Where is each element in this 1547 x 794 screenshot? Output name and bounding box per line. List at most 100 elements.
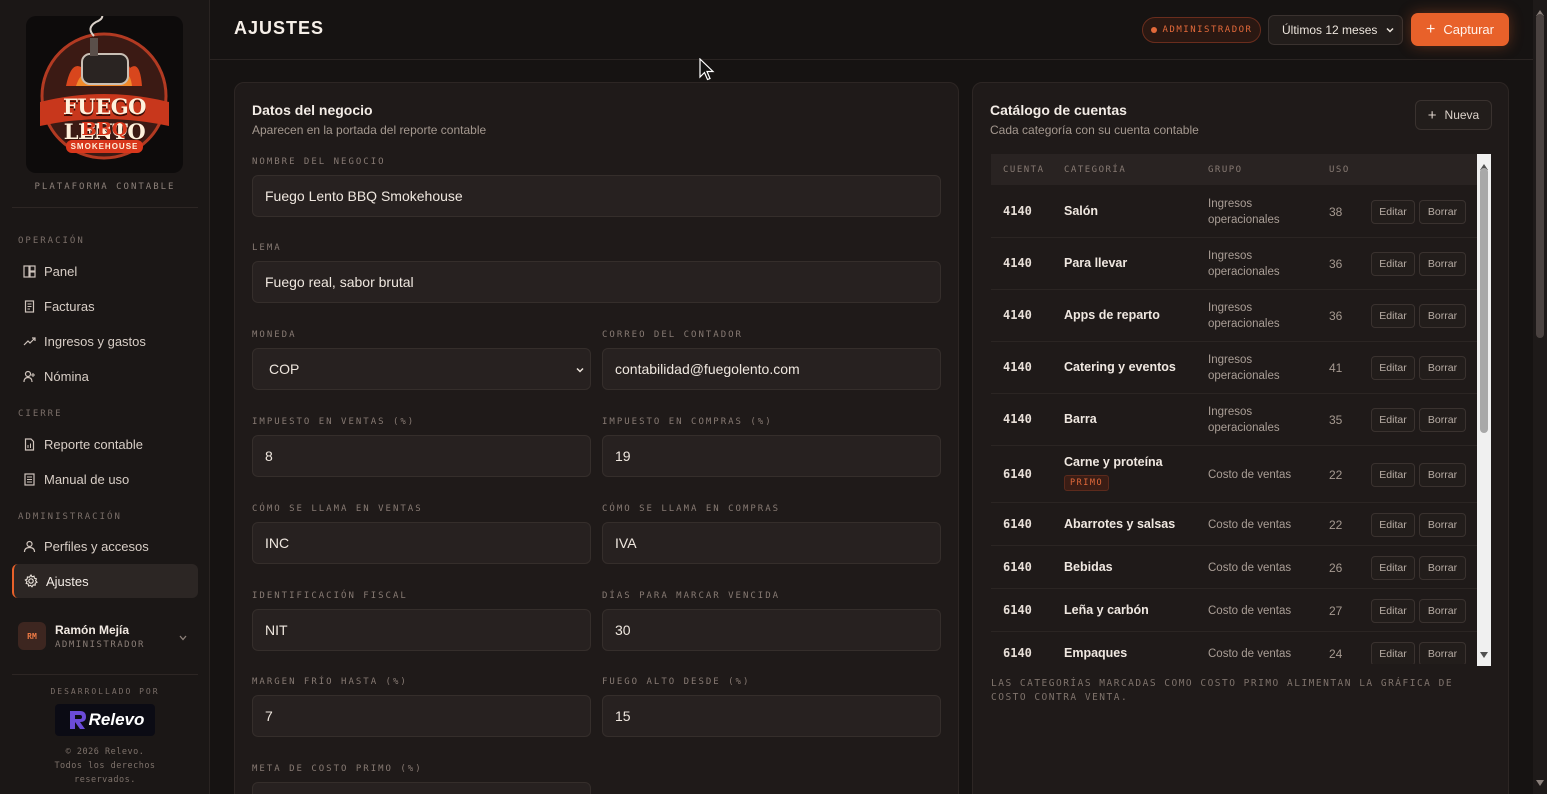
- page-scroll-thumb[interactable]: [1536, 14, 1544, 338]
- sidebar-item-label: Reporte contable: [44, 436, 144, 452]
- edit-button[interactable]: Editar: [1371, 252, 1415, 276]
- delete-button[interactable]: Borrar: [1419, 642, 1466, 664]
- edit-button[interactable]: Editar: [1371, 408, 1415, 432]
- edit-button[interactable]: Editar: [1371, 599, 1415, 623]
- delete-button[interactable]: Borrar: [1419, 356, 1466, 380]
- new-button-label: Nueva: [1444, 108, 1480, 122]
- usage-count: 38: [1329, 205, 1343, 219]
- user-icon: [22, 539, 36, 553]
- edit-button[interactable]: Editar: [1371, 642, 1415, 664]
- edit-button[interactable]: Editar: [1371, 556, 1415, 580]
- tax-id-input[interactable]: NIT: [252, 609, 591, 651]
- delete-button[interactable]: Borrar: [1419, 304, 1466, 328]
- chevron-down-icon: [178, 630, 188, 648]
- sidebar-item-facturas[interactable]: Facturas: [12, 289, 198, 323]
- catalog-note: LAS CATEGORÍAS MARCADAS COMO COSTO PRIMO…: [991, 678, 1454, 703]
- currency-select[interactable]: COP: [252, 348, 591, 390]
- period-select[interactable]: Últimos 12 meses: [1268, 15, 1403, 45]
- delete-button[interactable]: Borrar: [1419, 556, 1466, 580]
- capture-button[interactable]: + Capturar: [1411, 13, 1509, 46]
- sidebar-item-reporte-contable[interactable]: Reporte contable: [12, 427, 198, 461]
- table-row: 4140 Barra Ingresos operacionales 35 Editar Bo…: [991, 394, 1477, 446]
- edit-button[interactable]: Editar: [1371, 200, 1415, 224]
- scroll-down-arrow-icon[interactable]: [1536, 773, 1544, 791]
- delete-button[interactable]: Borrar: [1419, 408, 1466, 432]
- business-data-card: Datos del negocio Aparecen en la portada…: [234, 82, 959, 794]
- field-label: IMPUESTO EN VENTAS (%): [252, 417, 416, 427]
- hot-from-input[interactable]: 15: [602, 695, 941, 737]
- developed-by-label: DESARROLLADO POR: [50, 687, 160, 696]
- account-code: 4140: [1003, 412, 1032, 426]
- sales-tax-input[interactable]: 8: [252, 435, 591, 477]
- relevo-logo[interactable]: Relevo: [55, 704, 155, 736]
- sidebar-item-ingresos-gastos[interactable]: Ingresos y gastos: [12, 324, 198, 358]
- field-label: CÓMO SE LLAMA EN VENTAS: [252, 504, 423, 514]
- usage-count: 41: [1329, 361, 1343, 375]
- account-code: 6140: [1003, 646, 1032, 660]
- field-label: MONEDA: [252, 330, 297, 340]
- status-dot: [1150, 27, 1157, 33]
- sidebar-item-manual[interactable]: Manual de uso: [12, 462, 198, 496]
- accountant-email-input[interactable]: contabilidad@fuegolento.com: [602, 348, 941, 390]
- purchase-tax-input[interactable]: 19: [602, 435, 941, 477]
- sidebar: FUEGO LENTO BBQ SMOKEHOUSE PLATAFORMA CO…: [0, 0, 210, 794]
- scroll-thumb[interactable]: [1480, 168, 1488, 433]
- sidebar-item-nomina[interactable]: Nómina: [12, 359, 198, 393]
- brand-logo[interactable]: FUEGO LENTO BBQ SMOKEHOUSE: [26, 16, 183, 173]
- delete-button[interactable]: Borrar: [1419, 513, 1466, 537]
- sidebar-item-perfiles[interactable]: Perfiles y accesos: [12, 529, 198, 563]
- group-name: Costo de ventas: [1208, 562, 1292, 574]
- field-label: META DE COSTO PRIMO (%): [252, 764, 423, 774]
- chevron-down-icon: [574, 363, 586, 379]
- field-label: MARGEN FRÍO HASTA (%): [252, 677, 408, 687]
- scroll-down-arrow-icon[interactable]: [1480, 645, 1488, 663]
- trend-icon: [22, 334, 36, 348]
- group-line: Ingresos: [1208, 302, 1253, 314]
- table-scrollbar[interactable]: [1477, 154, 1491, 666]
- delete-button[interactable]: Borrar: [1419, 599, 1466, 623]
- purchase-tax-name-input[interactable]: IVA: [602, 522, 941, 564]
- delete-button[interactable]: Borrar: [1419, 252, 1466, 276]
- sidebar-item-label: Ajustes: [46, 573, 89, 589]
- cold-margin-input[interactable]: 7: [252, 695, 591, 737]
- edit-button[interactable]: Editar: [1371, 463, 1415, 487]
- field-label: CORREO DEL CONTADOR: [602, 330, 743, 340]
- relevo-wordmark: Relevo: [88, 710, 145, 729]
- user-menu[interactable]: RM Ramón Mejía ADMINISTRADOR: [12, 612, 198, 660]
- delete-button[interactable]: Borrar: [1419, 463, 1466, 487]
- edit-button[interactable]: Editar: [1371, 513, 1415, 537]
- card-subtitle: Cada categoría con su cuenta contable: [990, 123, 1199, 137]
- accounts-table: CUENTA CATEGORÍA GRUPO USO 4140 Salón Ingr…: [991, 154, 1477, 664]
- category-name: Empaques: [1064, 646, 1128, 660]
- overdue-days-input[interactable]: 30: [602, 609, 941, 651]
- logo-tagline: SMOKEHOUSE: [66, 140, 143, 153]
- delete-button[interactable]: Borrar: [1419, 200, 1466, 224]
- group-name: Ingresos operacionales: [1208, 404, 1280, 436]
- page-title: AJUSTES: [234, 18, 325, 38]
- logo-subtitle: BBQ: [81, 119, 128, 140]
- sidebar-item-panel[interactable]: Panel: [12, 254, 198, 288]
- group-name: Ingresos operacionales: [1208, 352, 1280, 384]
- page-scrollbar[interactable]: [1533, 0, 1547, 794]
- group-line: operacionales: [1208, 422, 1280, 434]
- table-header: CUENTA CATEGORÍA GRUPO USO: [991, 154, 1477, 185]
- category-name: Para llevar: [1064, 256, 1128, 270]
- group-line: operacionales: [1208, 318, 1280, 330]
- prime-cost-goal-input[interactable]: [252, 782, 591, 794]
- sidebar-item-ajustes[interactable]: Ajustes: [12, 564, 198, 598]
- rights-line-2: reservados.: [74, 775, 136, 785]
- new-account-button[interactable]: + Nueva: [1415, 100, 1492, 130]
- group-line: operacionales: [1208, 214, 1280, 226]
- section-title-operacion: OPERACIÓN: [18, 236, 85, 246]
- edit-button[interactable]: Editar: [1371, 304, 1415, 328]
- column-header: USO: [1329, 165, 1350, 175]
- business-name-input[interactable]: Fuego Lento BBQ Smokehouse: [252, 175, 941, 217]
- chevron-down-icon: [1384, 24, 1396, 39]
- field-label: CÓMO SE LLAMA EN COMPRAS: [602, 504, 781, 514]
- usage-count: 36: [1329, 257, 1343, 271]
- group-line: operacionales: [1208, 370, 1280, 382]
- sales-tax-name-input[interactable]: INC: [252, 522, 591, 564]
- gear-icon: [24, 574, 38, 588]
- slogan-input[interactable]: Fuego real, sabor brutal: [252, 261, 941, 303]
- edit-button[interactable]: Editar: [1371, 356, 1415, 380]
